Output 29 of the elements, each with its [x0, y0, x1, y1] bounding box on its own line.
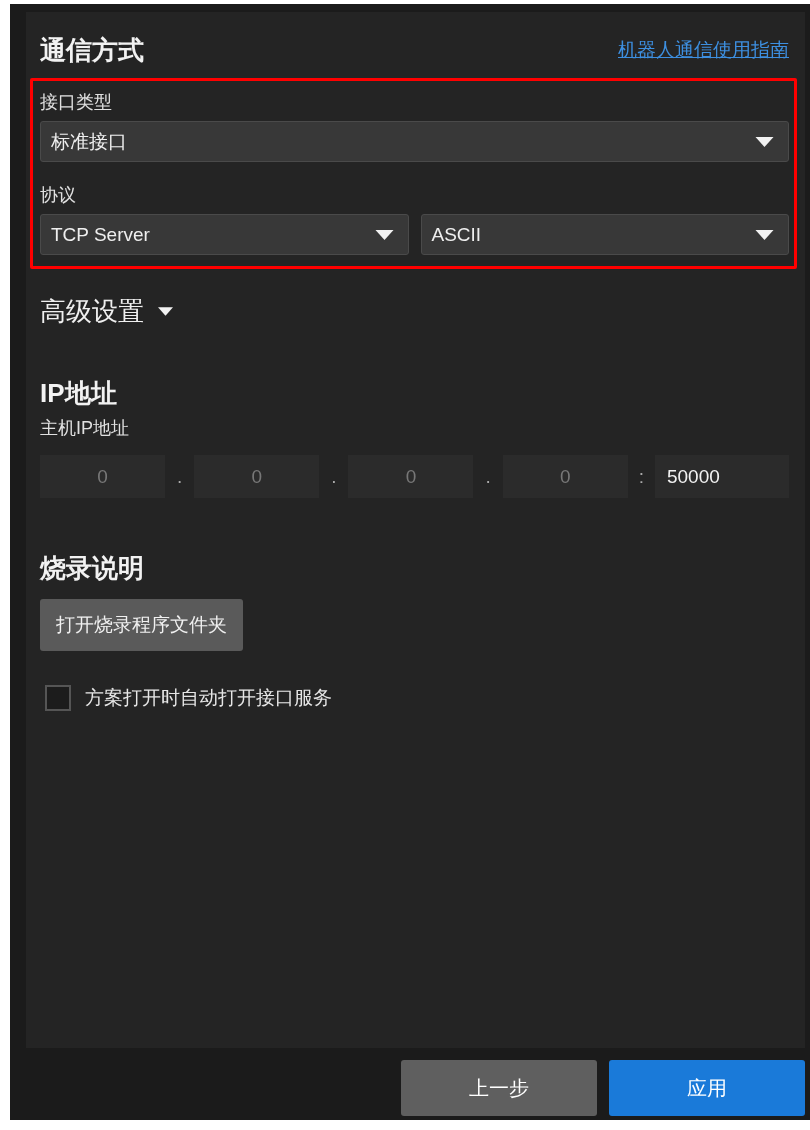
separator: .: [330, 465, 338, 488]
section-title: 烧录说明: [40, 552, 145, 585]
guide-link[interactable]: 机器人通信使用指南: [618, 37, 789, 63]
field-label: 接口类型: [40, 91, 113, 114]
caret-icon: [755, 229, 774, 240]
field-label: 主机IP地址: [40, 417, 130, 440]
checkbox[interactable]: [45, 685, 71, 711]
section-toggle[interactable]: 高级设置: [40, 293, 144, 329]
input-field[interactable]: 0: [502, 455, 628, 498]
separator: :: [637, 465, 645, 488]
caret-icon: [158, 306, 173, 316]
section-title: IP地址: [40, 377, 118, 410]
input-field[interactable]: 0: [194, 455, 320, 498]
apply-button[interactable]: 应用: [609, 1060, 805, 1116]
dropdown[interactable]: TCP Server: [40, 214, 409, 255]
input-field[interactable]: 0: [348, 455, 474, 498]
input-field[interactable]: 0: [40, 455, 165, 498]
section-title: 通信方式: [40, 33, 144, 67]
back-button[interactable]: 上一步: [401, 1060, 597, 1116]
input-field[interactable]: 50000: [655, 455, 789, 498]
separator: .: [484, 465, 492, 488]
field-label: 协议: [40, 184, 77, 207]
caret-icon: [755, 136, 774, 147]
open-folder-button[interactable]: 打开烧录程序文件夹: [40, 599, 243, 651]
checkbox-label: 方案打开时自动打开接口服务: [85, 686, 332, 710]
separator: .: [175, 465, 184, 488]
dropdown[interactable]: 标准接口: [40, 121, 789, 162]
dropdown[interactable]: ASCII: [420, 214, 789, 255]
caret-icon: [374, 229, 394, 240]
